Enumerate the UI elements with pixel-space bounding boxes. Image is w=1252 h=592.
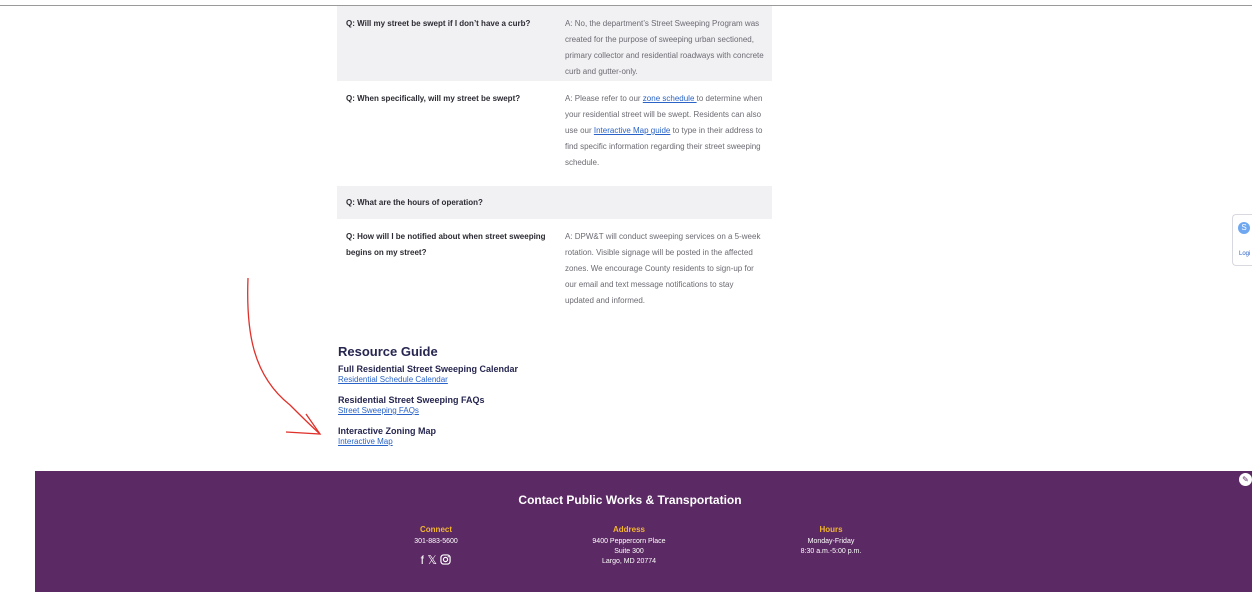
hours-heading: Hours (819, 525, 843, 534)
faq-row: Q: Will my street be swept if I don’t ha… (337, 6, 772, 81)
annotation-arrow (247, 277, 322, 435)
faq-answer: A: DPW&T will conduct sweeping services … (564, 232, 761, 305)
edit-icon[interactable]: ✎ (1239, 473, 1252, 486)
resource-item-title: Full Residential Street Sweeping Calenda… (338, 364, 519, 374)
address-line: Largo, MD 20774 (601, 558, 657, 565)
phone-number[interactable]: 301-883-5600 (366, 537, 506, 547)
interactive-map-guide-link[interactable]: Interactive Map guide (594, 126, 671, 135)
hours-days: Monday-Friday (807, 538, 855, 545)
address-heading: Address (612, 525, 645, 534)
x-twitter-icon[interactable]: 𝕏 (427, 553, 437, 567)
faq-question: Q: When specifically, will my street be … (346, 94, 521, 103)
resource-item-title: Interactive Zoning Map (338, 426, 437, 436)
hours-times: 8:30 a.m.-5:00 p.m. (800, 548, 862, 555)
instagram-icon[interactable] (440, 554, 452, 565)
site-footer: Contact Public Works & Transportation Co… (35, 471, 1252, 592)
faq-question: Q: How will I be notified about when str… (346, 232, 546, 257)
faq-row: Q: What are the hours of operation? (337, 186, 772, 219)
footer-address: Address 9400 Peppercorn Place Suite 300 … (559, 525, 699, 567)
login-label: Logi (1239, 251, 1251, 257)
facebook-icon[interactable]: f (421, 553, 424, 567)
faq-table: Q: Will my street be swept if I don’t ha… (337, 6, 772, 321)
faq-question: Q: What are the hours of operation? (346, 197, 483, 207)
footer-hours: Hours Monday-Friday 8:30 a.m.-5:00 p.m. (761, 525, 901, 557)
footer-title: Contact Public Works & Transportation (518, 493, 742, 507)
connect-heading: Connect (420, 525, 452, 534)
faq-question: Q: Will my street be swept if I don’t ha… (346, 19, 531, 28)
address-line: Suite 300 (614, 548, 644, 555)
footer-connect: Connect 301-883-5600 f 𝕏 (366, 525, 506, 567)
faq-answer-text: A: Please refer to our (564, 94, 643, 103)
street-sweeping-faqs-link[interactable]: Street Sweeping FAQs (338, 406, 518, 416)
faq-row: Q: When specifically, will my street be … (337, 81, 772, 186)
residential-schedule-calendar-link[interactable]: Residential Schedule Calendar (338, 375, 518, 385)
resource-guide-title: Resource Guide (338, 344, 438, 359)
user-icon: S (1238, 222, 1250, 234)
address-line: 9400 Peppercorn Place (592, 538, 666, 545)
faq-answer: A: No, the department’s Street Sweeping … (564, 19, 764, 76)
resource-item-title: Residential Street Sweeping FAQs (338, 395, 485, 405)
social-icons: f 𝕏 (366, 553, 506, 567)
side-login-widget[interactable]: S Logi (1232, 214, 1252, 266)
interactive-map-link[interactable]: Interactive Map (338, 437, 518, 447)
zone-schedule-link[interactable]: zone schedule (643, 94, 697, 103)
resource-guide: Resource Guide Full Residential Street S… (338, 344, 518, 457)
faq-answer: A: Please refer to our zone schedule to … (565, 91, 764, 178)
faq-row: Q: How will I be notified about when str… (337, 219, 772, 321)
